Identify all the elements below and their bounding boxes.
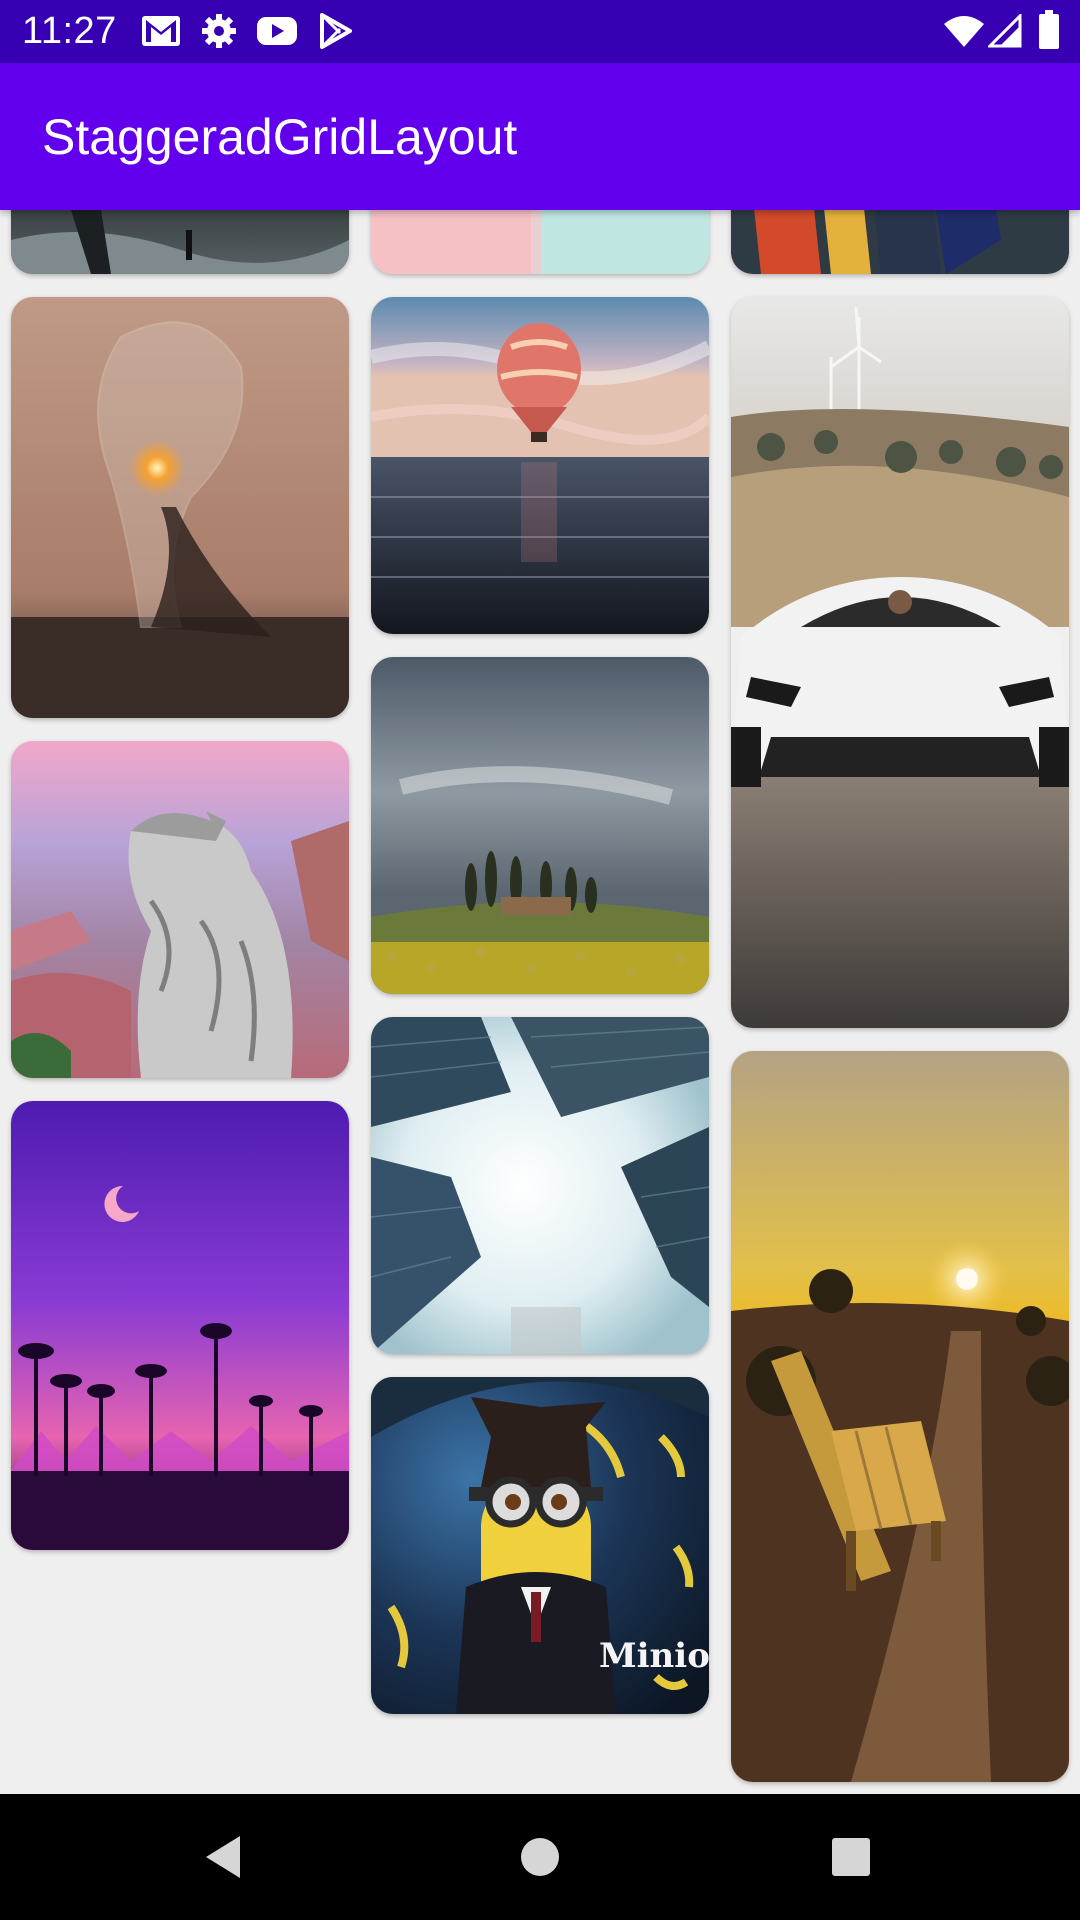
home-icon [521,1838,559,1876]
grid-item-colorful-figure[interactable] [731,210,1069,274]
youtube-icon [256,12,298,55]
staggered-grid[interactable]: Minion [0,210,1080,1794]
app-title: StaggeradGridLayout [42,109,518,165]
app-bar: StaggeradGridLayout [0,63,1080,210]
grid-item-cloudy-field-cypress[interactable] [371,657,709,994]
grid-item-cat-canyon[interactable] [11,741,349,1078]
grid-item-pastel-wall[interactable] [371,210,709,274]
back-button[interactable] [165,1794,285,1920]
grid-item-skyscrapers-looking-up[interactable] [371,1017,709,1354]
back-icon [206,1836,240,1878]
status-bar: 11:27 [0,0,1080,63]
gmail-icon [140,12,182,55]
grid-item-purple-palm-sunset[interactable] [11,1101,349,1550]
wifi-icon [944,14,984,53]
grid-item-sunset-bench[interactable] [731,1051,1069,1782]
grid-item-white-sports-car[interactable] [731,297,1069,1028]
grid-item-waterfall-night[interactable] [11,210,349,274]
nav-bar [0,1794,1080,1920]
minion-caption: Minion [599,1636,709,1676]
settings-icon [200,12,238,55]
signal-icon [986,12,1022,53]
recents-icon [832,1838,870,1876]
play-store-icon [318,12,354,55]
status-time: 11:27 [22,10,117,52]
recents-button[interactable] [791,1794,911,1920]
battery-icon [1038,10,1060,55]
home-button[interactable] [480,1794,600,1920]
grid-item-water-lightbulb[interactable] [11,297,349,718]
grid-item-hot-air-balloon-sea[interactable] [371,297,709,634]
grid-item-minion-umbrella[interactable]: Minion [371,1377,709,1714]
